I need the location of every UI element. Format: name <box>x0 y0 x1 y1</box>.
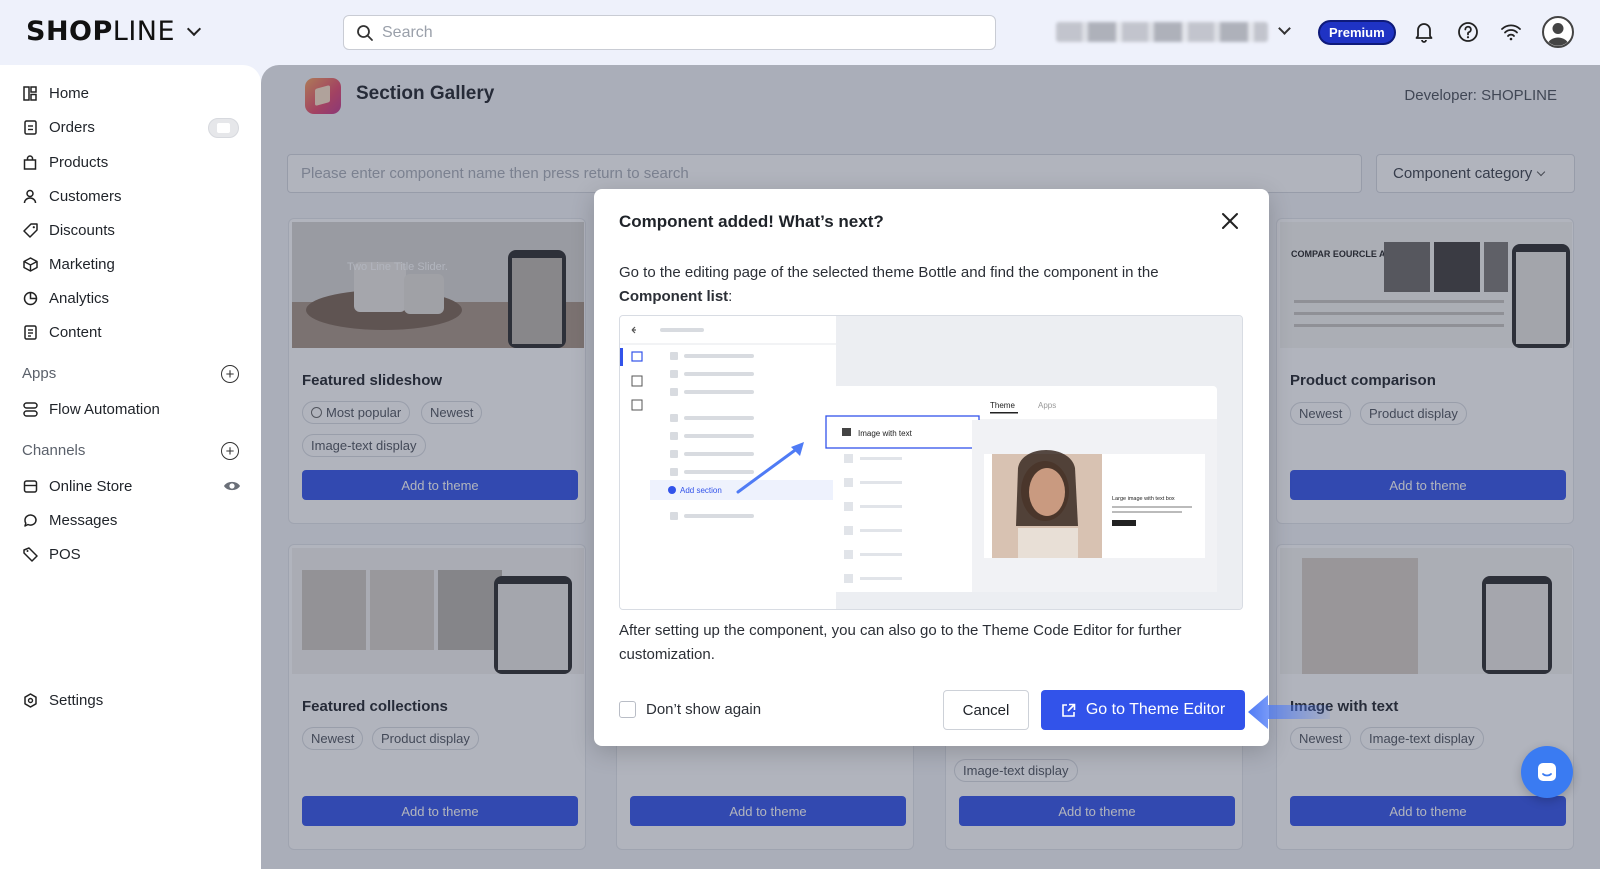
orders-icon <box>22 119 38 135</box>
sidebar-item-label: Analytics <box>49 289 110 307</box>
chat-support-button[interactable] <box>1521 746 1573 798</box>
go-to-theme-editor-label: Go to Theme Editor <box>1085 701 1226 718</box>
sidebar-item-label: POS <box>49 545 81 563</box>
sidebar-item-label: Discounts <box>49 221 115 239</box>
logo-text-o: O <box>69 16 93 47</box>
sidebar-item-customers[interactable]: Customers <box>22 185 122 207</box>
illustration-tab-apps: Apps <box>1038 401 1056 410</box>
chat-icon <box>1538 763 1556 781</box>
home-grid-icon <box>22 85 38 101</box>
add-section-label: Add section <box>680 486 722 495</box>
sidebar-item-messages[interactable]: Messages <box>22 509 117 531</box>
cube-icon <box>22 256 38 272</box>
sidebar-item-marketing[interactable]: Marketing <box>22 253 115 275</box>
bag-icon <box>22 154 38 170</box>
flow-icon <box>22 401 38 417</box>
external-link-icon <box>1062 703 1076 717</box>
chevron-down-icon <box>186 21 202 36</box>
sidebar-item-label: Orders <box>49 118 95 136</box>
pie-chart-icon <box>22 290 38 306</box>
sidebar-item-orders[interactable]: Orders <box>22 116 95 138</box>
sidebar-item-label: Messages <box>49 511 118 529</box>
store-chevron-down-icon[interactable] <box>1278 22 1291 35</box>
dialog-instructions: Go to the editing page of the selected t… <box>619 261 1239 309</box>
sidebar-item-products[interactable]: Products <box>22 151 108 173</box>
sidebar-item-analytics[interactable]: Analytics <box>22 287 109 309</box>
illustration-preview-heading: Large image with text box <box>1112 496 1175 502</box>
component-list-highlight: Component list <box>619 288 729 305</box>
dont-show-checkbox[interactable] <box>619 701 636 718</box>
sidebar-item-label: Flow Automation <box>49 400 160 418</box>
sidebar-item-online-store[interactable]: Online Store <box>22 475 132 497</box>
wifi-icon[interactable] <box>1499 20 1523 44</box>
bell-icon[interactable] <box>1412 20 1436 44</box>
chat-icon <box>22 512 38 528</box>
sidebar-item-label: Online Store <box>49 477 133 495</box>
close-icon[interactable] <box>1220 211 1240 231</box>
avatar[interactable] <box>1542 16 1574 48</box>
help-icon[interactable] <box>1456 20 1480 44</box>
sidebar-item-discounts[interactable]: Discounts <box>22 219 115 241</box>
sidebar-item-label: Settings <box>49 691 104 709</box>
dont-show-label: Don’t show again <box>646 701 762 718</box>
global-search[interactable] <box>343 15 996 50</box>
top-bar: SHOPLINE Premium <box>0 0 1600 65</box>
sidebar-item-label: Products <box>49 153 109 171</box>
document-icon <box>22 324 38 340</box>
add-channel-plus-icon[interactable]: + <box>221 442 239 460</box>
pos-tag-icon <box>22 546 38 562</box>
dialog-text: Go to the editing page of the selected t… <box>619 264 1159 281</box>
channels-heading: Channels <box>22 442 86 459</box>
add-app-plus-icon[interactable]: + <box>221 365 239 383</box>
sidebar-item-content[interactable]: Content <box>22 321 102 343</box>
sidebar-item-settings[interactable]: Settings <box>22 689 103 711</box>
sidebar: Home Orders Products Customers Discounts… <box>0 65 261 869</box>
logo-text-suffix: LINE <box>112 16 176 47</box>
apps-heading: Apps <box>22 365 57 382</box>
premium-badge[interactable]: Premium <box>1318 20 1396 45</box>
person-icon <box>22 188 38 204</box>
search-input[interactable] <box>382 23 962 42</box>
gear-icon <box>22 692 38 708</box>
sidebar-item-flow-automation[interactable]: Flow Automation <box>22 398 160 420</box>
store-name-blurred[interactable] <box>1056 22 1268 42</box>
shopline-logo[interactable]: SHOPLINE <box>26 16 202 47</box>
sidebar-item-pos[interactable]: POS <box>22 543 81 565</box>
go-to-theme-editor-button[interactable]: Go to Theme Editor <box>1041 690 1245 730</box>
orders-toggle-badge[interactable] <box>208 118 239 138</box>
sidebar-item-label: Marketing <box>49 255 115 273</box>
component-added-dialog: Component added! What’s next? Go to the … <box>594 189 1269 746</box>
logo-text-prefix: SH <box>26 16 70 47</box>
theme-editor-illustration: Add section Theme Apps Image with text L… <box>619 315 1243 610</box>
dialog-title: Component added! What’s next? <box>619 212 884 231</box>
eye-icon[interactable] <box>223 479 241 498</box>
sidebar-item-home[interactable]: Home <box>22 82 89 104</box>
dialog-note: After setting up the component, you can … <box>619 622 1182 663</box>
logo-text-p: P <box>92 16 113 47</box>
sidebar-item-label: Content <box>49 323 102 341</box>
sidebar-item-label: Customers <box>49 187 122 205</box>
tag-icon <box>22 222 38 238</box>
sidebar-item-label: Home <box>49 84 90 102</box>
illustration-tab-theme: Theme <box>990 401 1015 410</box>
store-icon <box>22 478 38 494</box>
dont-show-again-option[interactable]: Don’t show again <box>619 701 761 718</box>
illustration-selected-item: Image with text <box>858 429 913 438</box>
callout-arrow <box>1246 692 1330 732</box>
search-icon <box>357 24 373 41</box>
dialog-text-suffix: : <box>728 288 733 305</box>
cancel-button[interactable]: Cancel <box>943 690 1029 730</box>
